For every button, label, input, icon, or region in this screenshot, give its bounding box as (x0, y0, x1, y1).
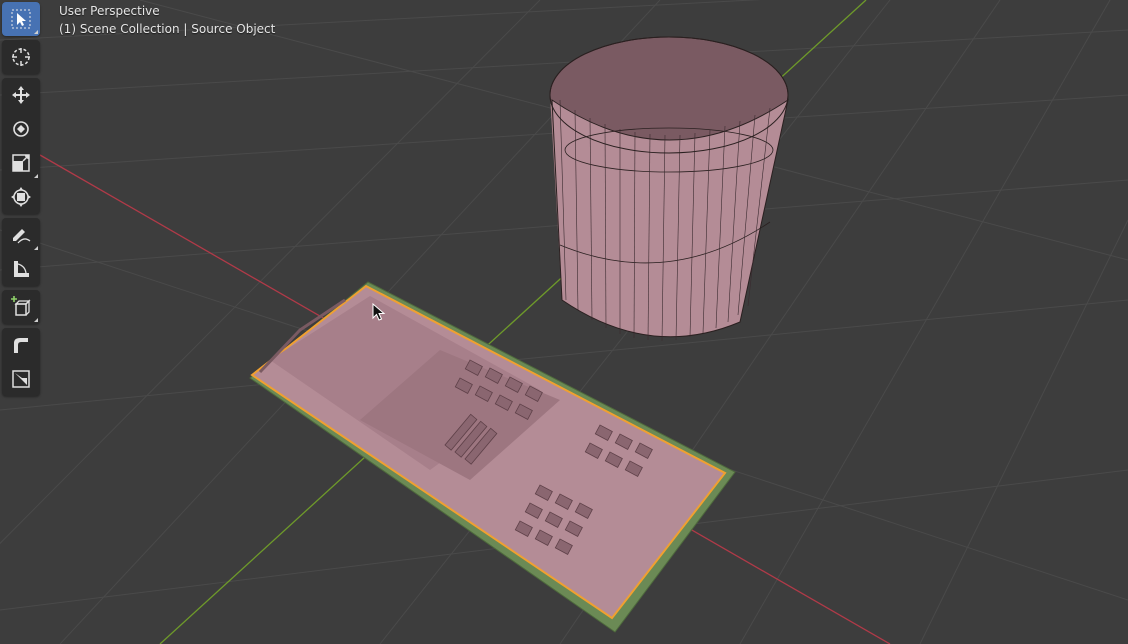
measure-tool[interactable] (2, 252, 40, 286)
tool-group-cursor (2, 40, 40, 74)
add-cube-tool[interactable] (2, 290, 40, 324)
rotate-tool[interactable] (2, 112, 40, 146)
move-arrows-icon (12, 86, 30, 104)
tool-group-select (2, 2, 40, 36)
transform-icon (11, 187, 31, 207)
tool-group-edit (2, 328, 40, 396)
scene-context: (1) Scene Collection | Source Object (59, 22, 276, 36)
cursor-tool[interactable] (2, 40, 40, 74)
tool-group-transform (2, 78, 40, 214)
scale-icon (12, 154, 30, 172)
viewport-scene[interactable] (0, 0, 1128, 644)
shear-icon (12, 370, 30, 388)
mouse-pointer-icon (372, 303, 386, 321)
tool-shelf (2, 2, 40, 400)
annotate-tool[interactable] (2, 218, 40, 252)
cylinder-object (549, 36, 789, 342)
bevel-tool[interactable] (2, 328, 40, 362)
viewport-info: User Perspective (1) Scene Collection | … (59, 2, 275, 38)
scale-tool[interactable] (2, 146, 40, 180)
bevel-icon (14, 338, 28, 353)
view-name: User Perspective (59, 4, 160, 18)
shear-tool[interactable] (2, 362, 40, 396)
select-box-tool[interactable] (2, 2, 40, 36)
tool-group-annotate (2, 218, 40, 286)
rotate-icon (13, 121, 29, 137)
ruler-icon (14, 261, 29, 277)
select-arrow-icon (11, 9, 31, 29)
add-cube-icon (11, 296, 31, 316)
3d-viewport[interactable]: User Perspective (1) Scene Collection | … (0, 0, 1128, 644)
move-tool[interactable] (2, 78, 40, 112)
pencil-icon (13, 229, 31, 244)
tool-group-add (2, 290, 40, 324)
transform-tool[interactable] (2, 180, 40, 214)
crosshair-cursor-icon (12, 48, 30, 66)
